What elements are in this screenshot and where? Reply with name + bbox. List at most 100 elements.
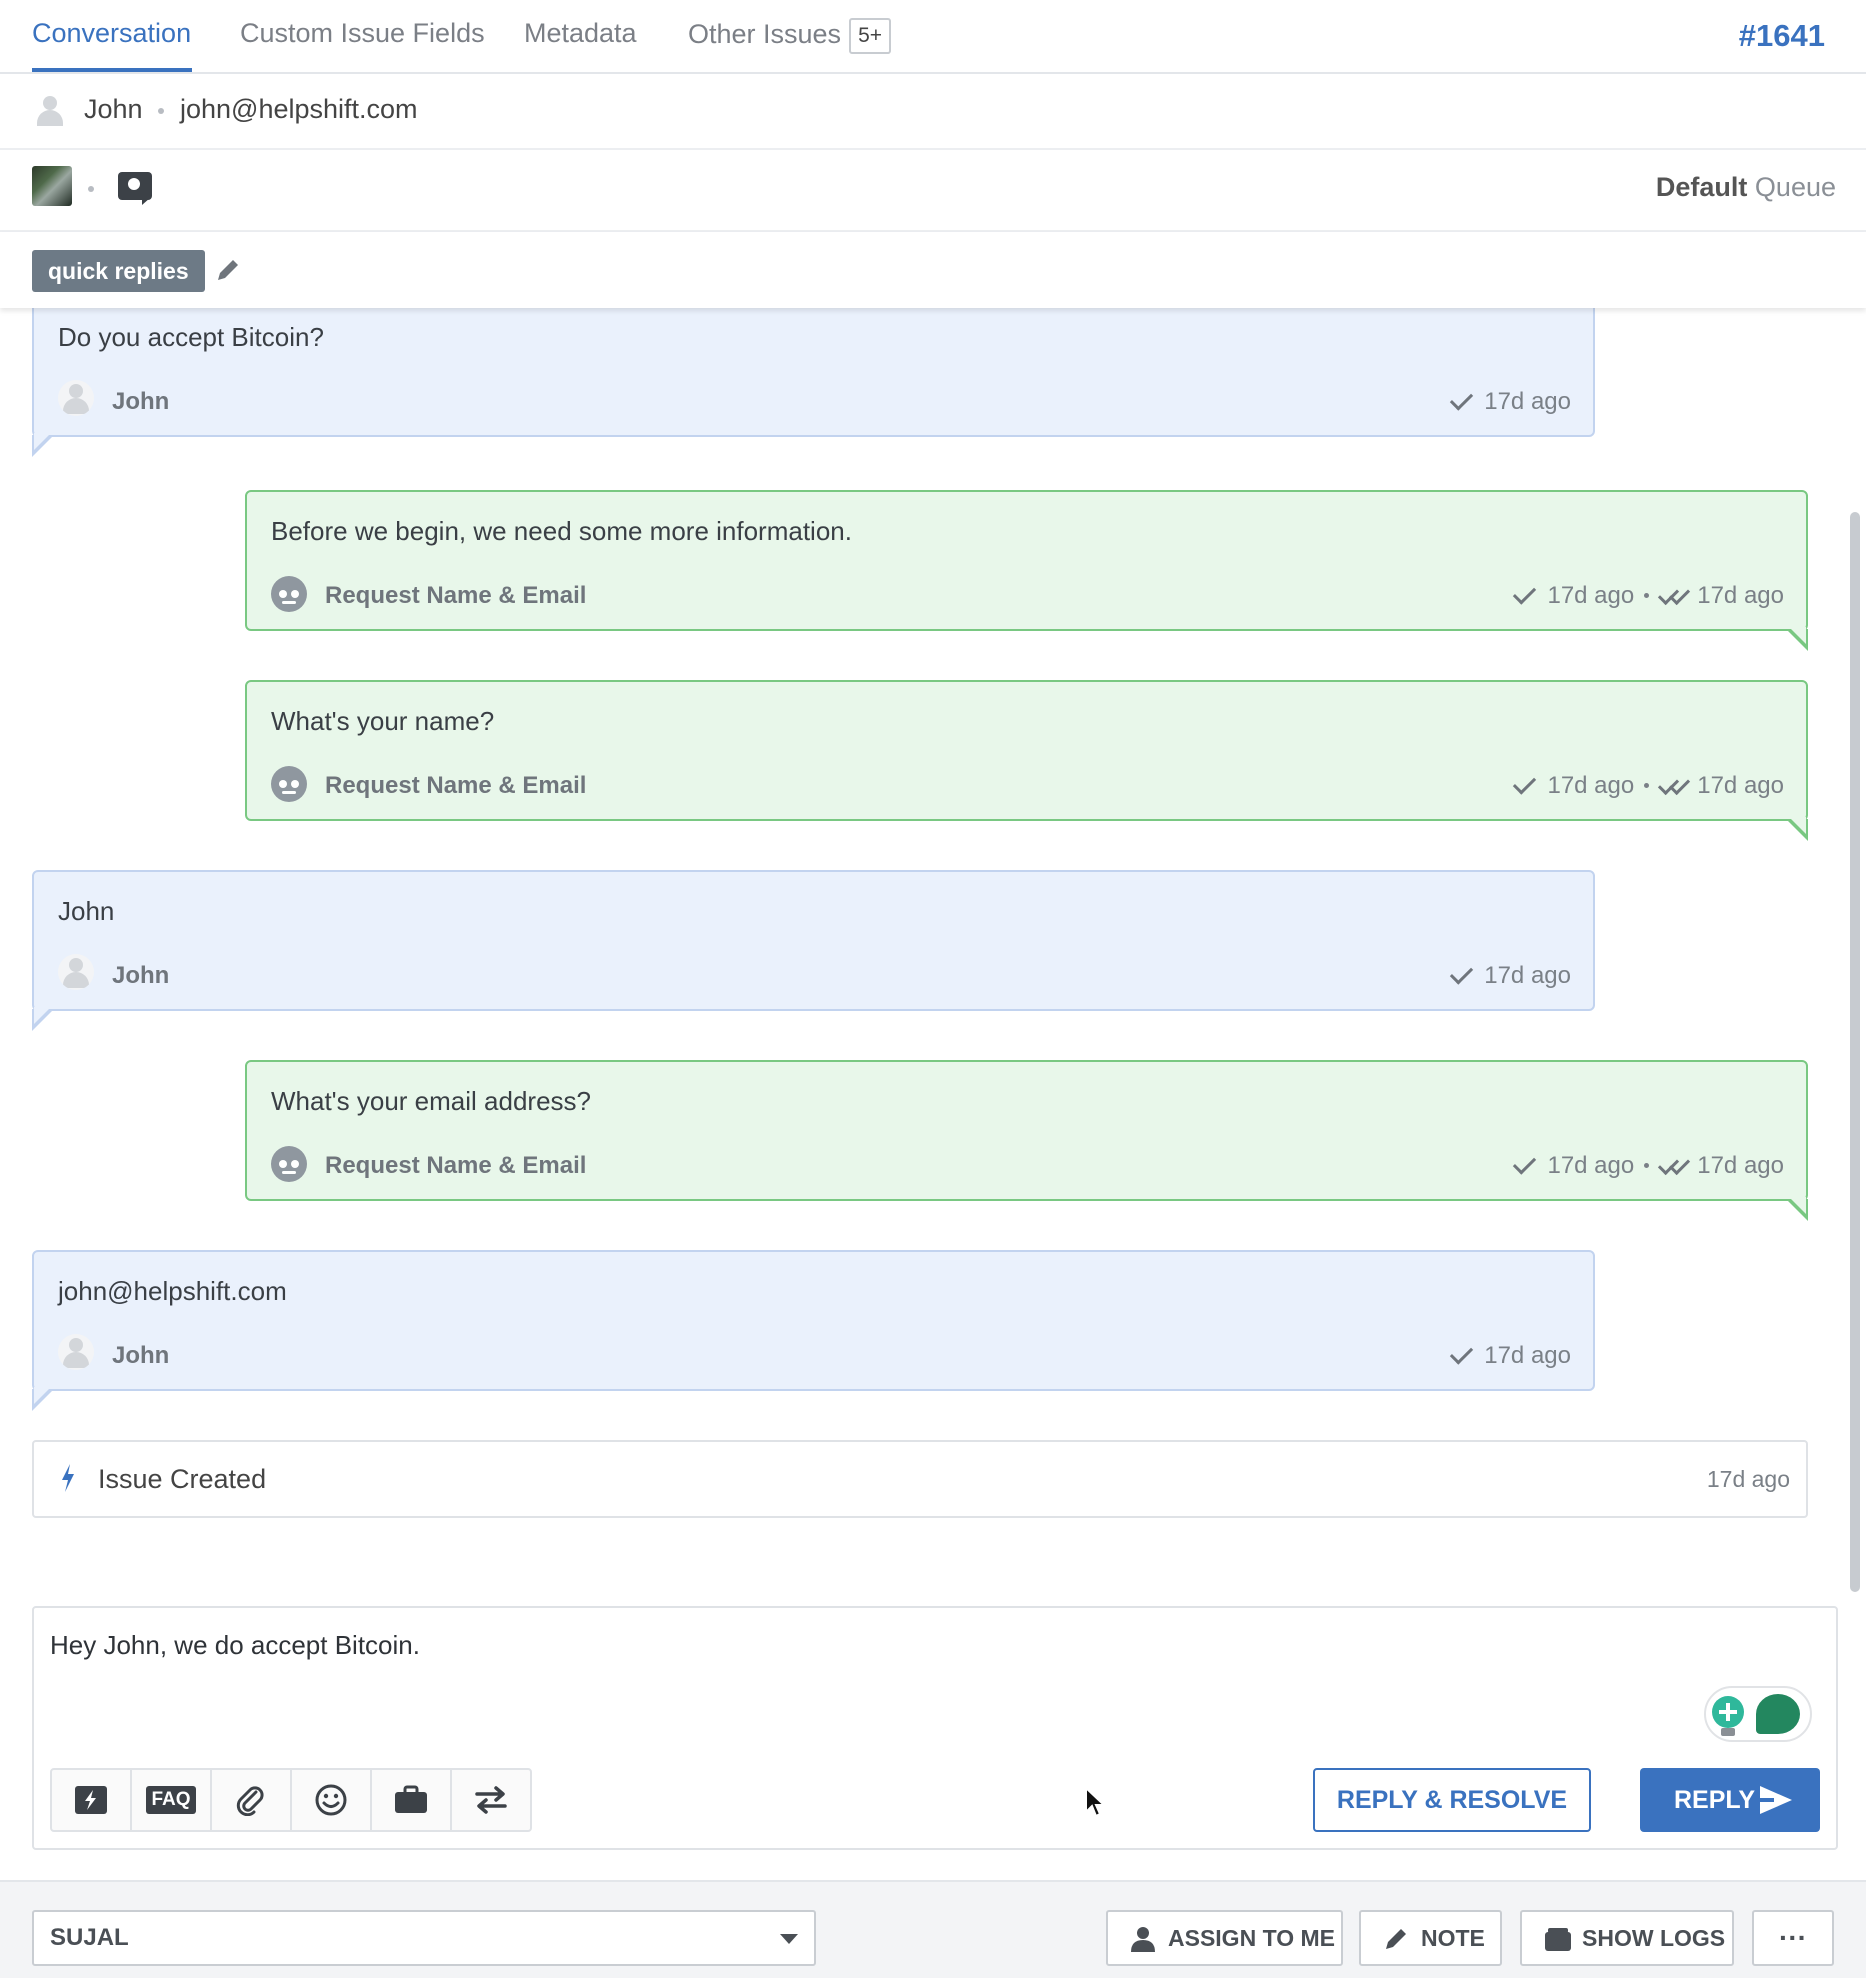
composer-toolbar: FAQ: [50, 1768, 532, 1832]
tab-metadata[interactable]: Metadata: [524, 18, 637, 49]
issue-footer: SUJAL ASSIGN TO ME NOTE SHOW LOGS ···: [0, 1880, 1866, 1978]
message-text: What's your email address?: [271, 1086, 591, 1116]
user-avatar: [58, 380, 94, 416]
message-meta: 17d ago 17d ago: [1513, 581, 1784, 610]
transfer-arrows-icon: [475, 1786, 507, 1814]
reply-textarea[interactable]: Hey John, we do accept Bitcoin.: [50, 1630, 1650, 1678]
bubble-tail: [32, 433, 54, 457]
tab-other-issues[interactable]: Other Issues 5+: [688, 18, 892, 54]
ellipsis-icon: ···: [1779, 1922, 1807, 1953]
message-text: What's your name?: [271, 706, 495, 736]
event-label: Issue Created: [98, 1464, 267, 1494]
separator-dot: [158, 108, 164, 114]
sent-check-icon: [1513, 581, 1537, 605]
quick-reply-button[interactable]: [52, 1770, 132, 1830]
app-info-row: Default Queue: [0, 150, 1866, 232]
person-icon: [1131, 1927, 1155, 1952]
more-options-button[interactable]: ···: [1752, 1910, 1834, 1966]
bot-name: Request Name & Email: [325, 582, 587, 609]
message-meta: 17d ago 17d ago: [1513, 1151, 1784, 1180]
message-user: Do you accept Bitcoin? John 17d ago: [32, 308, 1595, 457]
smart-assist-widget[interactable]: [1704, 1686, 1812, 1742]
bot-icon: [271, 576, 307, 612]
lightbulb-icon: [1712, 1696, 1744, 1728]
chevron-down-icon: [780, 1934, 798, 1944]
bubble-tail: [1786, 627, 1808, 651]
message-meta: 17d ago 17d ago: [1513, 771, 1784, 800]
assignee-value: SUJAL: [50, 1924, 129, 1951]
message-author: John: [112, 388, 170, 415]
briefcase-button[interactable]: [372, 1770, 452, 1830]
read-time: 17d ago: [1697, 772, 1784, 799]
assign-to-me-label: ASSIGN TO ME: [1168, 1925, 1335, 1951]
user-avatar: [58, 954, 94, 990]
sent-time: 17d ago: [1547, 1152, 1635, 1179]
tab-custom-issue-fields[interactable]: Custom Issue Fields: [240, 18, 485, 49]
message-text: John: [58, 896, 115, 926]
issue-created-event: Issue Created 17d ago: [32, 1440, 1808, 1518]
app-icon[interactable]: [32, 166, 72, 206]
sent-time: 17d ago: [1547, 582, 1635, 609]
mouse-cursor-icon: [1085, 1786, 1106, 1818]
message-bot: Before we begin, we need some more infor…: [245, 490, 1808, 651]
assign-to-me-button[interactable]: ASSIGN TO ME: [1106, 1910, 1343, 1966]
message-meta: 17d ago: [1450, 387, 1571, 416]
message-author: John: [112, 962, 170, 989]
conversation-thread[interactable]: Do you accept Bitcoin? John 17d ago Befo…: [0, 308, 1866, 1608]
message-bot: What's your name? Request Name & Email 1…: [245, 680, 1808, 841]
message-text: Do you accept Bitcoin?: [58, 322, 324, 352]
sent-check-icon: [1513, 1151, 1537, 1175]
active-tab-indicator: [32, 68, 192, 72]
bot-name: Request Name & Email: [325, 772, 587, 799]
conversation-scrollbar[interactable]: [1850, 512, 1860, 1592]
show-logs-button[interactable]: SHOW LOGS: [1520, 1910, 1734, 1966]
message-meta: 17d ago: [1450, 1341, 1571, 1370]
faq-button[interactable]: FAQ: [132, 1770, 212, 1830]
bubble-tail: [1786, 1197, 1808, 1221]
emoji-button[interactable]: [292, 1770, 372, 1830]
bot-name: Request Name & Email: [325, 1152, 587, 1179]
read-time: 17d ago: [1697, 582, 1784, 609]
reply-button[interactable]: REPLY: [1640, 1768, 1820, 1832]
show-logs-label: SHOW LOGS: [1582, 1925, 1726, 1951]
paperclip-icon: [236, 1786, 264, 1816]
chat-platform-icon: [118, 172, 152, 205]
issue-id: #1641: [1738, 18, 1825, 53]
reply-composer: Hey John, we do accept Bitcoin. FAQ REPL…: [32, 1606, 1838, 1850]
briefcase-icon: [1545, 1928, 1571, 1951]
message-time: 17d ago: [1484, 1342, 1571, 1369]
event-time: 17d ago: [1706, 1466, 1790, 1492]
tab-conversation[interactable]: Conversation: [32, 18, 191, 49]
reply-and-resolve-button[interactable]: REPLY & RESOLVE: [1313, 1768, 1591, 1832]
attachment-button[interactable]: [212, 1770, 292, 1830]
faq-icon: FAQ: [146, 1786, 196, 1814]
note-button[interactable]: NOTE: [1359, 1910, 1502, 1966]
lightning-icon: [75, 1786, 107, 1814]
user-avatar: [58, 1334, 94, 1370]
user-email[interactable]: john@helpshift.com: [180, 94, 418, 125]
briefcase-icon: [395, 1785, 427, 1813]
tags-row: quick replies: [0, 232, 1866, 308]
queue-label[interactable]: Default Queue: [1656, 172, 1836, 203]
bubble-tail: [32, 1007, 54, 1031]
send-icon: [1760, 1786, 1792, 1814]
bot-icon: [271, 1146, 307, 1182]
read-double-check-icon: [1658, 583, 1691, 606]
edit-tags-pencil-icon[interactable]: [214, 256, 242, 284]
assignee-select[interactable]: SUJAL: [32, 1910, 816, 1966]
message-meta: 17d ago: [1450, 961, 1571, 990]
emoji-icon: [315, 1784, 347, 1816]
message-user: John John 17d ago: [32, 870, 1595, 1031]
message-time: 17d ago: [1484, 388, 1571, 415]
transfer-button[interactable]: [452, 1770, 530, 1830]
read-double-check-icon: [1658, 773, 1691, 796]
read-double-check-icon: [1658, 1153, 1691, 1176]
sent-check-icon: [1513, 771, 1537, 795]
user-name[interactable]: John: [84, 94, 143, 125]
message-bot: What's your email address? Request Name …: [245, 1060, 1808, 1221]
sent-time: 17d ago: [1547, 772, 1635, 799]
tag-chip[interactable]: quick replies: [32, 250, 205, 292]
queue-name: Default: [1655, 172, 1748, 202]
read-time: 17d ago: [1697, 1152, 1784, 1179]
message-user: john@helpshift.com John 17d ago: [32, 1250, 1595, 1411]
